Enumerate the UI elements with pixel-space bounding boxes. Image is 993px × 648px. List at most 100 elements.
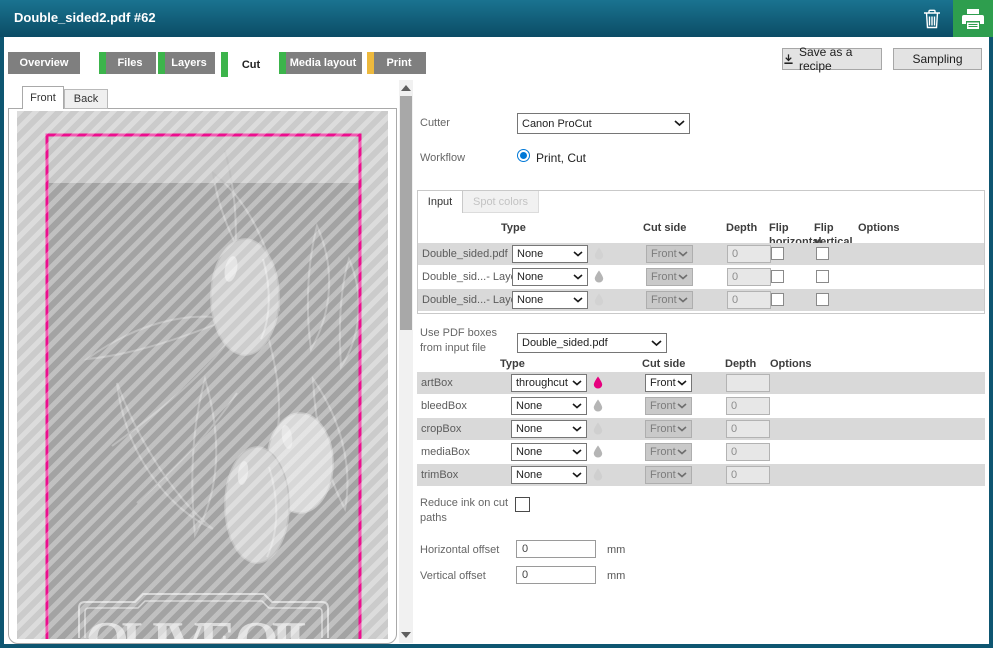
tab-spot-colors: Spot colors (463, 191, 539, 213)
cut-side-dropdown: Front (645, 420, 692, 438)
horizontal-offset-label: Horizontal offset (420, 543, 499, 558)
tab-media-layout[interactable]: Media layout (279, 52, 362, 74)
chevron-down-icon (651, 340, 662, 347)
type-dropdown[interactable]: throughcut (511, 374, 587, 392)
type-dropdown[interactable]: None (511, 466, 587, 484)
chevron-down-icon (573, 297, 583, 303)
tab-status-green (221, 52, 228, 77)
chevron-down-icon (572, 403, 582, 409)
scroll-down-arrow-icon[interactable] (401, 632, 411, 638)
type-dropdown[interactable]: None (511, 443, 587, 461)
cut-settings-panel: Cutter Canon ProCut Workflow Print, Cut … (417, 80, 989, 644)
flip-vertical-checkbox[interactable] (816, 270, 829, 283)
ink-droplet-icon (593, 445, 603, 458)
sampling-button[interactable]: Sampling (893, 48, 982, 70)
ink-droplet-icon (593, 422, 603, 435)
vertical-offset-unit: mm (607, 569, 625, 584)
workflow-label: Workflow (420, 151, 465, 166)
type-dropdown[interactable]: None (511, 420, 587, 438)
delete-job-button[interactable] (921, 8, 943, 30)
printer-icon (962, 9, 984, 29)
preview-panel: Front Back (8, 86, 397, 643)
type-dropdown[interactable]: None (512, 268, 588, 286)
horizontal-offset-unit: mm (607, 543, 625, 558)
depth-input (727, 268, 771, 286)
preview-tab-front[interactable]: Front (22, 86, 64, 109)
pdf-boxes-dropdown[interactable]: Double_sided.pdf (517, 333, 667, 353)
tab-layers[interactable]: Layers (158, 52, 215, 74)
cutter-label: Cutter (420, 116, 450, 131)
tab-files[interactable]: Files (99, 52, 156, 74)
ink-droplet-icon (593, 468, 603, 481)
chevron-down-icon (573, 251, 583, 257)
cut-side-dropdown: Front (646, 268, 693, 286)
scroll-up-arrow-icon[interactable] (401, 85, 411, 91)
depth-input (726, 397, 770, 415)
table-row-artbox: artBox throughcut Front (417, 372, 985, 394)
type-dropdown[interactable]: None (511, 397, 587, 415)
tab-input[interactable]: Input (418, 191, 463, 213)
flip-vertical-checkbox[interactable] (816, 247, 829, 260)
tab-overview[interactable]: Overview (8, 52, 80, 74)
horizontal-offset-input[interactable] (516, 540, 596, 558)
flip-vertical-checkbox[interactable] (816, 293, 829, 306)
table-row-bleedbox: bleedBox None Front (417, 395, 985, 417)
table-row-layer-2: Double_sid...- Layer 2 None Front (418, 266, 984, 288)
settings-scrollbar[interactable] (399, 80, 413, 643)
flip-horizontal-checkbox[interactable] (771, 293, 784, 306)
chevron-down-icon (677, 403, 687, 409)
table-row-layer-1: Double_sid...- Layer 1 None Front (418, 289, 984, 311)
tab-status-green (99, 52, 106, 74)
col-header-cut-side: Cut side (643, 221, 686, 235)
cutter-dropdown[interactable]: Canon ProCut (517, 113, 690, 134)
tab-status-green (158, 52, 165, 74)
type-dropdown[interactable]: None (512, 245, 588, 263)
artwork-title-text: OLIVE OIL (86, 611, 323, 639)
chevron-down-icon (678, 251, 688, 257)
col-header-options: Options (770, 357, 812, 371)
job-title: Double_sided2.pdf #62 (14, 10, 156, 25)
depth-input (726, 443, 770, 461)
cut-side-dropdown[interactable]: Front (645, 374, 692, 392)
cut-side-dropdown: Front (645, 443, 692, 461)
col-header-cut-side: Cut side (642, 357, 685, 371)
reduce-ink-checkbox[interactable] (515, 497, 530, 512)
vertical-offset-label: Vertical offset (420, 569, 486, 584)
pdf-boxes-label: Use PDF boxes from input file (420, 326, 512, 356)
print-job-button[interactable] (953, 0, 993, 37)
table-row-mediabox: mediaBox None Front (417, 441, 985, 463)
preview-tab-back[interactable]: Back (64, 89, 108, 109)
tab-cut[interactable]: Cut (221, 52, 276, 77)
workflow-print-cut-radio[interactable] (517, 149, 530, 162)
reduce-ink-label: Reduce ink on cut paths (420, 496, 512, 526)
ink-droplet-icon (594, 293, 604, 306)
chevron-down-icon (572, 449, 582, 455)
cut-side-dropdown: Front (645, 466, 692, 484)
ink-droplet-icon (593, 376, 603, 389)
depth-input (726, 374, 770, 392)
chevron-down-icon (572, 426, 582, 432)
vertical-offset-input[interactable] (516, 566, 596, 584)
table-row-cropbox: cropBox None Front (417, 418, 985, 440)
chevron-down-icon (678, 297, 688, 303)
workflow-value: Print, Cut (536, 150, 586, 166)
depth-input (727, 291, 771, 309)
cut-side-dropdown: Front (646, 245, 693, 263)
chevron-down-icon (678, 274, 688, 280)
tab-print[interactable]: Print (367, 52, 426, 74)
depth-input (726, 420, 770, 438)
preview-viewport: OLIVE OIL (8, 108, 397, 644)
olive-oil-label-art: OLIVE OIL (17, 111, 388, 639)
chevron-down-icon (677, 380, 687, 386)
ink-droplet-icon (593, 399, 603, 412)
flip-horizontal-checkbox[interactable] (771, 270, 784, 283)
tab-status-yellow (367, 52, 374, 74)
depth-input (726, 466, 770, 484)
type-dropdown[interactable]: None (512, 291, 588, 309)
cut-path-outline (47, 135, 360, 639)
save-as-recipe-button[interactable]: Save as a recipe (782, 48, 882, 70)
ink-droplet-icon (594, 270, 604, 283)
chevron-down-icon (572, 472, 582, 478)
scrollbar-thumb[interactable] (400, 96, 412, 330)
flip-horizontal-checkbox[interactable] (771, 247, 784, 260)
